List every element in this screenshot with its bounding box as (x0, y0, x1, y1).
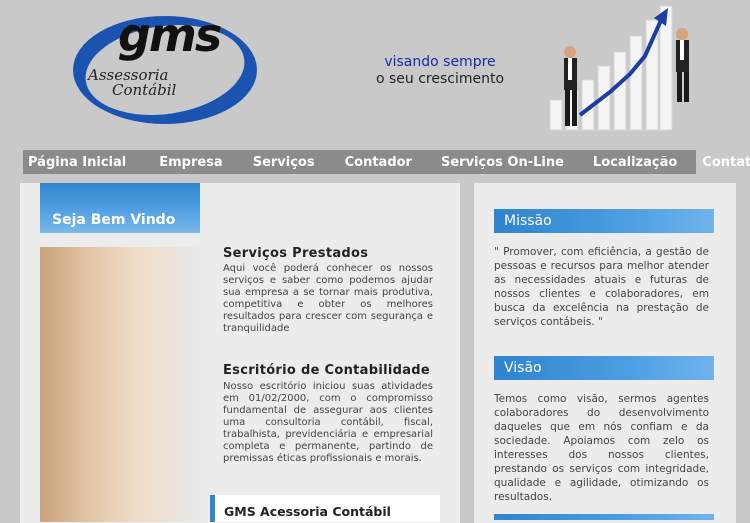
section-text-servicos: Aqui você poderá conhecer os nossos serv… (223, 263, 433, 334)
main-nav: Página Inicial Empresa Serviços Contador… (23, 150, 750, 174)
logo-sub2: Contábil (112, 81, 177, 99)
section-text-escritorio: Nosso escritório iniciou suas atividades… (223, 381, 433, 464)
logo-brand: gms (118, 8, 222, 62)
office-photo (40, 247, 200, 522)
visao-text: Temos como visão, sermos agentes colabor… (494, 393, 709, 503)
gms-logo[interactable]: gms Assessoria Contábil (70, 8, 270, 128)
tagline: visando sempre o seu crescimento (360, 54, 520, 88)
section-title-servicos: Serviços Prestados (223, 246, 369, 261)
nav-item-localizacao[interactable]: Localização (593, 155, 677, 170)
growth-chart-illustration (540, 0, 710, 135)
nav-item-servicos-online[interactable]: Serviços On-Line (441, 155, 564, 170)
missao-text: " Promover, com eficiência, a gestão de … (494, 246, 709, 328)
section-title-escritorio: Escritório de Contabilidade (223, 363, 430, 378)
nav-item-contato[interactable]: Contato (702, 155, 750, 170)
next-section-header (494, 514, 714, 520)
nav-item-servicos[interactable]: Serviços (253, 155, 315, 170)
gms-box[interactable]: GMS Acessoria Contábil (210, 495, 440, 522)
visao-header: Visão (494, 356, 714, 380)
nav-item-empresa[interactable]: Empresa (159, 155, 222, 170)
tagline-line2: o seu crescimento (375, 71, 505, 87)
nav-item-contador[interactable]: Contador (345, 155, 412, 170)
gms-box-label: GMS Acessoria Contábil (224, 504, 391, 519)
tagline-line1: visando sempre (384, 54, 496, 70)
nav-item-pagina-inicial[interactable]: Página Inicial (28, 155, 126, 170)
welcome-title: Seja Bem Vindo (52, 212, 176, 228)
welcome-banner: Seja Bem Vindo (40, 183, 200, 233)
missao-header: Missão (494, 209, 714, 233)
